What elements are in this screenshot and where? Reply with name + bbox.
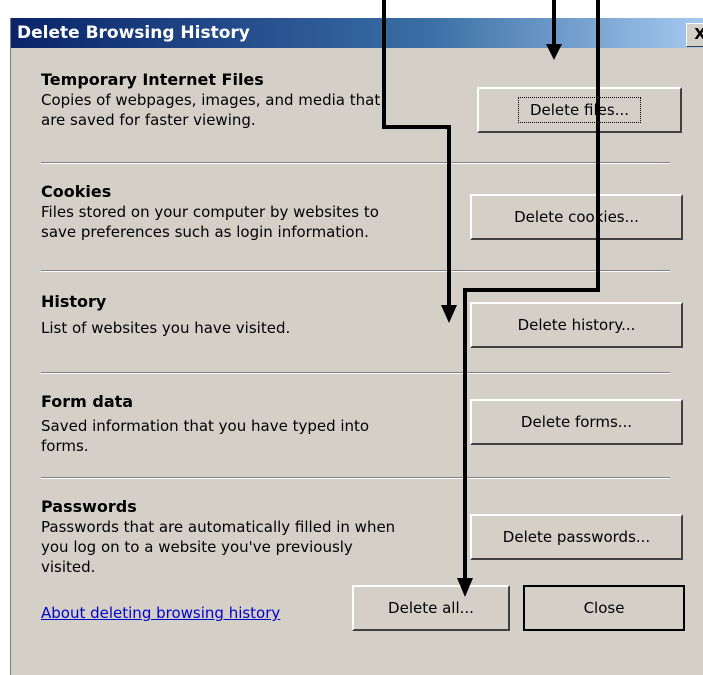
title-bar[interactable]: Delete Browsing History X	[11, 18, 703, 48]
section-form-data: Form data Saved information that you hav…	[41, 392, 461, 456]
delete-history-button[interactable]: Delete history...	[470, 302, 683, 348]
button-label: Delete files...	[517, 97, 642, 123]
separator	[41, 477, 670, 479]
separator	[41, 270, 670, 272]
button-label: Delete history...	[517, 316, 636, 334]
close-button[interactable]: Close	[523, 585, 685, 631]
delete-forms-button[interactable]: Delete forms...	[470, 399, 683, 445]
button-label: Close	[583, 599, 625, 617]
button-label: Delete all...	[388, 599, 474, 617]
delete-cookies-button[interactable]: Delete cookies...	[470, 194, 683, 240]
delete-all-button[interactable]: Delete all...	[352, 585, 510, 631]
button-label: Delete passwords...	[502, 528, 651, 546]
section-description-line: you log on to a website you've previousl…	[41, 538, 353, 556]
section-description-line: Files stored on your computer by website…	[41, 203, 379, 221]
section-description-line: Copies of webpages, images, and media th…	[41, 91, 381, 109]
about-deleting-history-link[interactable]: About deleting browsing history	[41, 604, 280, 622]
button-label: Delete cookies...	[514, 208, 639, 226]
button-label: Delete forms...	[520, 413, 633, 431]
section-heading: Passwords	[41, 497, 137, 516]
section-cookies: Cookies Files stored on your computer by…	[41, 182, 461, 242]
section-description-line: are saved for faster viewing.	[41, 111, 256, 129]
dialog-title: Delete Browsing History	[17, 23, 250, 43]
section-description-line: visited.	[41, 558, 96, 576]
section-passwords: Passwords Passwords that are automatical…	[41, 497, 461, 577]
section-description-line: Passwords that are automatically filled …	[41, 518, 396, 536]
section-heading: Temporary Internet Files	[41, 70, 264, 89]
section-heading: History	[41, 292, 107, 311]
section-description-line: save preferences such as login informati…	[41, 223, 369, 241]
section-description-line: forms.	[41, 437, 89, 455]
delete-files-button[interactable]: Delete files...	[477, 87, 682, 133]
section-heading: Form data	[41, 392, 134, 411]
section-description-line: Saved information that you have typed in…	[41, 417, 370, 435]
section-history: History List of websites you have visite…	[41, 292, 461, 338]
separator	[41, 162, 670, 164]
section-description-line: List of websites you have visited.	[41, 319, 291, 337]
section-heading: Cookies	[41, 182, 112, 201]
close-icon[interactable]: X	[686, 23, 703, 47]
delete-passwords-button[interactable]: Delete passwords...	[470, 514, 683, 560]
separator	[41, 372, 670, 374]
section-temporary-internet-files: Temporary Internet Files Copies of webpa…	[41, 70, 461, 130]
